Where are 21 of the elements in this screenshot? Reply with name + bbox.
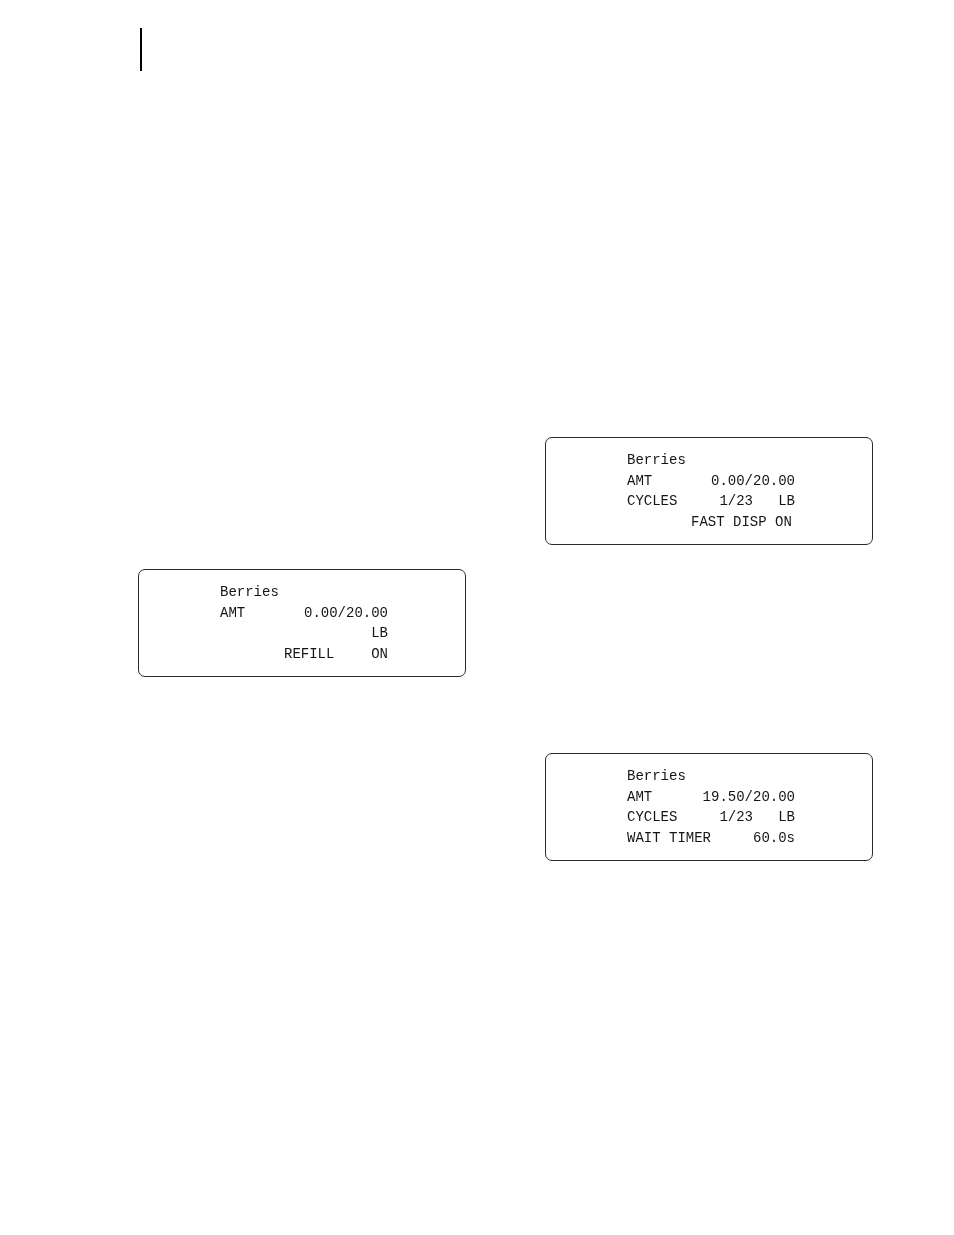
product-name: Berries [627, 451, 686, 470]
unit-label: LB [778, 808, 795, 827]
unit-label: LB [371, 624, 388, 643]
display-label: AMT [627, 471, 653, 491]
option-label: REFILL [284, 644, 335, 664]
display-label: AMT [627, 787, 653, 807]
unit-label: LB [778, 492, 795, 511]
amount-reading: 0.00/20.00 [304, 603, 388, 623]
cycle-count: 1/23 [719, 808, 753, 827]
product-name: Berries [627, 767, 686, 786]
cycle-count: 1/23 [719, 492, 753, 511]
amount-reading: 0.00/20.00 [711, 471, 795, 491]
display-label: WAIT TIMER [627, 828, 711, 848]
status-message: FAST DISP ON [691, 512, 792, 532]
setting-value: ON [371, 644, 388, 664]
display-label: AMT [220, 603, 246, 623]
setting-value: 60.0s [753, 828, 795, 848]
product-name: Berries [220, 583, 279, 602]
display-label: CYCLES [627, 492, 678, 511]
amount-reading: 19.50/20.00 [702, 787, 795, 807]
display-label: CYCLES [627, 808, 678, 827]
